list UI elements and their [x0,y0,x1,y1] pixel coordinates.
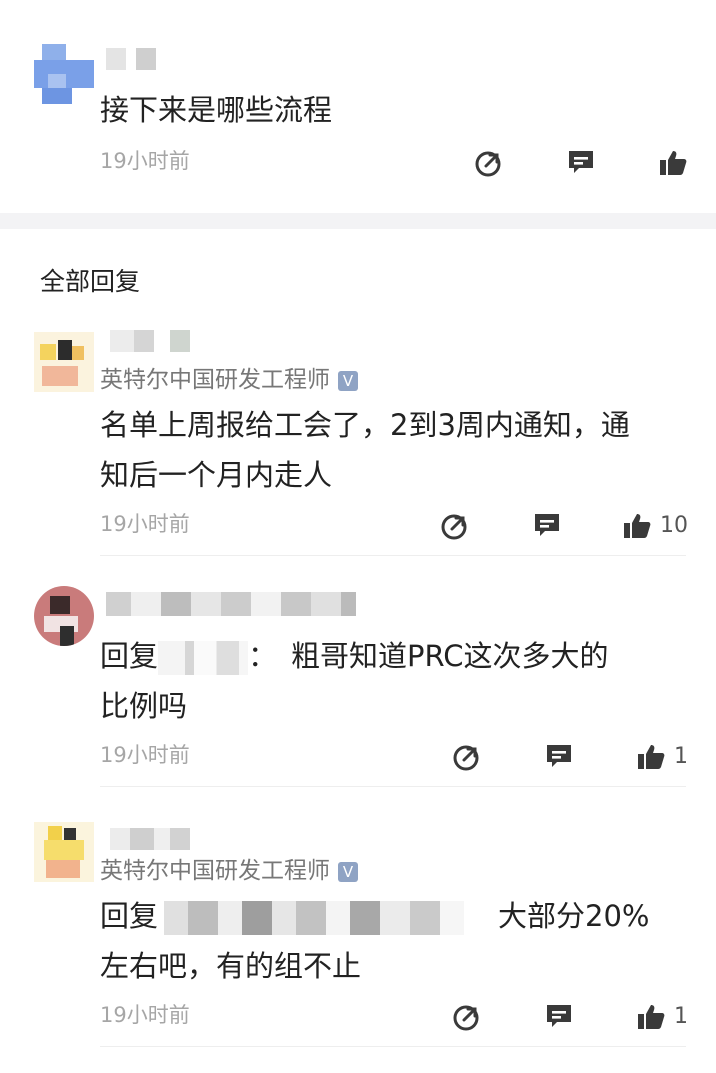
username-redacted[interactable] [106,48,156,70]
post-text: 接下来是哪些流程 [100,93,333,127]
user-title-text: 英特尔中国研发工程师 [100,858,330,884]
divider [100,555,686,556]
username-redacted[interactable] [110,828,190,850]
reply-prefix: 回复 [100,639,159,673]
like-count: 1 [674,1004,688,1029]
reply-text-line2: 左右吧，有的组不止 [100,949,362,983]
reply-text-rest: 大部分20% [498,899,650,933]
comment-icon[interactable] [532,510,562,540]
verified-badge: V [338,862,358,882]
avatar[interactable] [34,44,94,104]
thumbs-up-icon[interactable] [636,1002,666,1032]
reply-colon: ： [248,639,278,673]
user-title-text: 英特尔中国研发工程师 [100,367,330,393]
reply-prefix: 回复 [100,899,159,933]
avatar[interactable] [34,332,94,392]
reply-text-line1: 名单上周报给工会了，2到3周内通知，通 [100,408,630,442]
user-title: 英特尔中国研发工程师 V [100,360,358,394]
thumbs-up-icon[interactable] [636,742,666,772]
username-redacted[interactable] [110,330,190,352]
divider [100,1046,686,1047]
avatar[interactable] [34,822,94,882]
post-time: 19小时前 [100,149,190,173]
verified-badge: V [338,371,358,391]
mentioned-user-redacted[interactable] [158,641,249,675]
thumbs-up-icon[interactable] [622,511,652,541]
reply-time: 19小时前 [100,512,190,536]
user-title: 英特尔中国研发工程师 V [100,851,358,885]
reply-text-rest: 粗哥知道PRC这次多大的 [291,639,609,673]
reply-text-line2: 知后一个月内走人 [100,458,333,492]
comment-icon[interactable] [544,1001,574,1031]
like-count: 1 [674,744,688,769]
comment-icon[interactable] [544,741,574,771]
reply-text-line1: 回复 ： 粗哥知道PRC这次多大的 [100,634,608,678]
username-redacted[interactable] [106,592,356,616]
mentioned-user-redacted[interactable] [164,901,465,935]
comment-icon[interactable] [566,147,596,177]
section-separator [0,213,716,229]
share-icon[interactable] [440,511,470,541]
reply-time: 19小时前 [100,1003,190,1027]
like-count: 10 [660,513,688,538]
share-icon[interactable] [452,1002,482,1032]
divider [100,786,686,787]
reply-text-line2: 比例吗 [100,689,188,723]
share-icon[interactable] [452,742,482,772]
avatar[interactable] [34,586,94,646]
section-title: 全部回复 [40,267,141,296]
reply-text-line1: 回复 大部分20% [100,894,649,938]
thumbs-up-icon[interactable] [658,148,688,178]
reply-time: 19小时前 [100,743,190,767]
share-icon[interactable] [474,148,504,178]
